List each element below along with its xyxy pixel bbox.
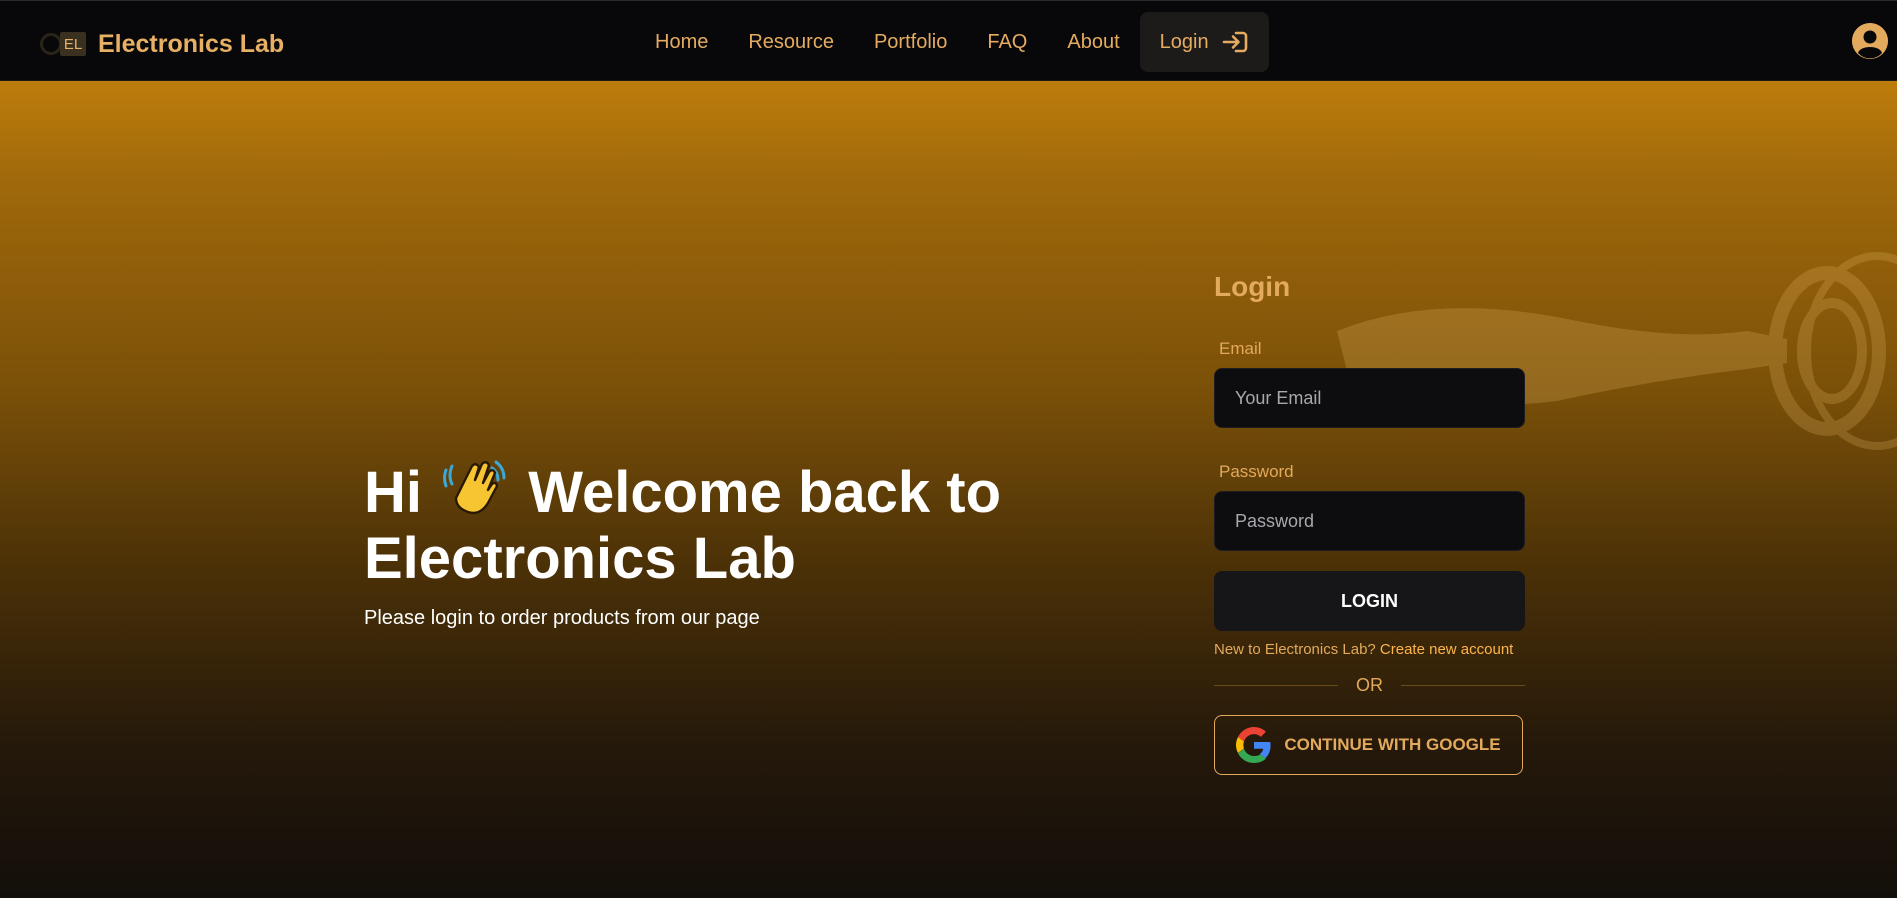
nav-about[interactable]: About (1047, 12, 1139, 72)
welcome-subtitle: Please login to order products from our … (364, 607, 760, 629)
google-button-label: CONTINUE WITH GOOGLE (1284, 735, 1501, 754)
signup-prompt-text: New to Electronics Lab? (1214, 641, 1376, 658)
password-field[interactable] (1214, 491, 1525, 551)
google-signin-button[interactable]: CONTINUE WITH GOOGLE (1214, 715, 1523, 775)
nav-resource[interactable]: Resource (728, 12, 854, 72)
nav-login-button[interactable]: Login (1139, 12, 1269, 72)
heading-welcome: Welcome back to (528, 460, 1002, 525)
form-title: Login (1214, 271, 1291, 302)
logo-ring-icon (40, 33, 62, 55)
brand-logo[interactable]: EL Electronics Lab (40, 27, 284, 61)
welcome-heading: Hi Welcome back to Electronics Lab (364, 456, 1084, 589)
password-label: Password (1219, 462, 1294, 481)
navbar: EL Electronics Lab Home Resource Portfol… (0, 0, 1897, 81)
divider-line-left (1214, 684, 1338, 686)
email-field[interactable] (1214, 368, 1525, 428)
heading-hi: Hi (364, 460, 422, 525)
waving-hand-icon (442, 456, 508, 529)
main-nav: Home Resource Portfolio FAQ About Login (635, 12, 1269, 72)
login-submit-button[interactable]: LOGIN (1214, 571, 1525, 631)
hero-section: Hi Welcome back to Electronics Lab Pleas… (0, 81, 1897, 898)
email-label: Email (1219, 339, 1262, 358)
nav-home[interactable]: Home (635, 12, 728, 72)
divider-line-right (1401, 684, 1525, 686)
nav-portfolio[interactable]: Portfolio (854, 12, 967, 72)
logo-badge: EL (60, 32, 86, 56)
google-icon (1236, 727, 1272, 763)
login-form: Login Email Password LOGIN New to Electr… (1214, 271, 1525, 775)
login-arrow-icon (1221, 30, 1249, 54)
heading-brand: Electronics Lab (364, 526, 796, 591)
or-divider: OR (1214, 674, 1525, 696)
nav-faq[interactable]: FAQ (967, 12, 1047, 72)
create-account-link[interactable]: Create new account (1380, 641, 1513, 658)
welcome-block: Hi Welcome back to Electronics Lab Pleas… (364, 456, 1084, 630)
user-avatar-icon[interactable] (1852, 23, 1888, 59)
divider-text: OR (1356, 674, 1383, 695)
nav-login-label: Login (1159, 30, 1209, 53)
brand-name: Electronics Lab (98, 29, 285, 58)
signup-prompt: New to Electronics Lab? Create new accou… (1214, 641, 1525, 658)
